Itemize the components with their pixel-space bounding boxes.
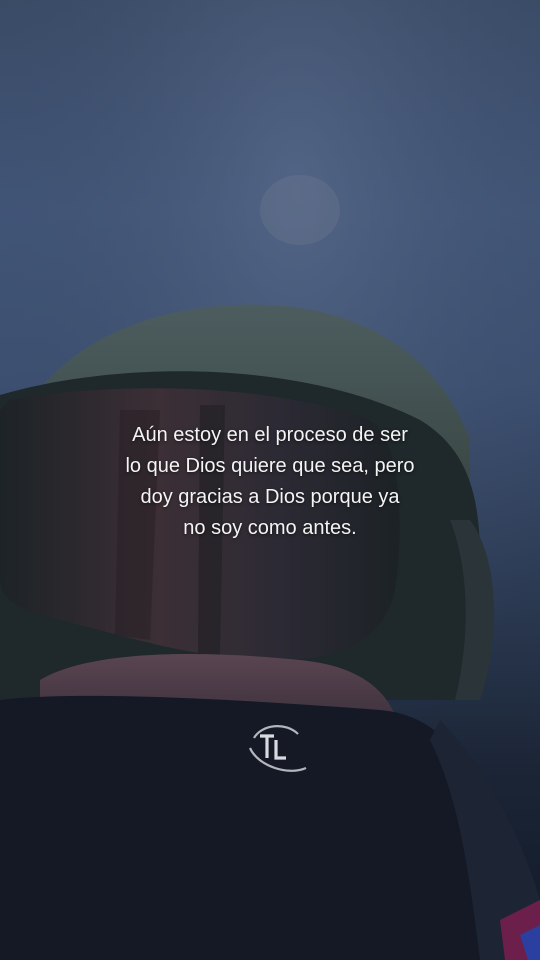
watermark-logo <box>248 725 307 772</box>
story-frame: Aún estoy en el proceso de ser lo que Di… <box>0 0 540 960</box>
quote-line-2: lo que Dios quiere que sea, pero <box>125 455 415 477</box>
quote-line-1: Aún estoy en el proceso de ser <box>132 424 408 446</box>
quote-line-3: doy gracias a Dios porque ya <box>140 486 400 508</box>
quote-line-4: no soy como antes. <box>183 517 357 539</box>
quote-text: Aún estoy en el proceso de ser lo que Di… <box>60 420 480 544</box>
